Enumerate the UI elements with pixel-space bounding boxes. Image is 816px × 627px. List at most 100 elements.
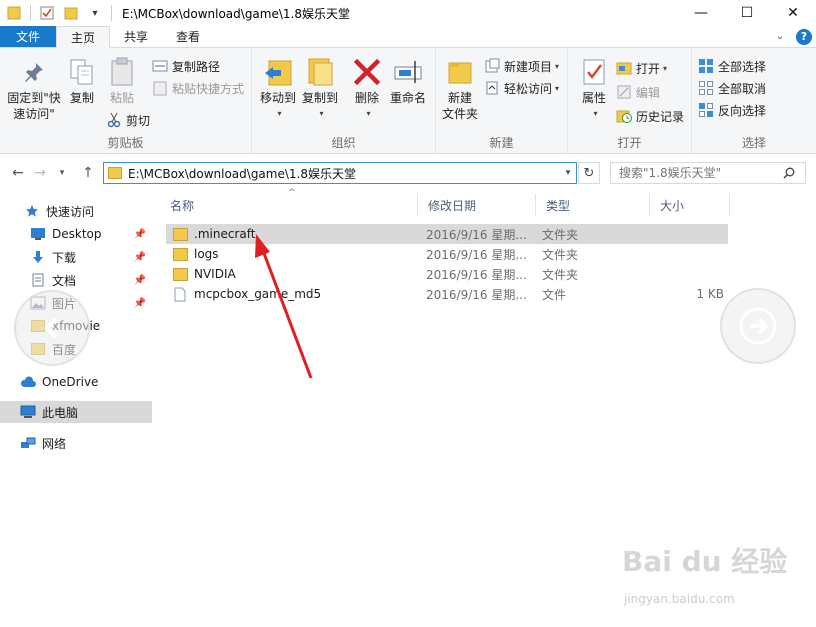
- properties-button[interactable]: 属性 ▾: [576, 56, 612, 122]
- select-all-button[interactable]: 全部选择: [698, 56, 766, 76]
- search-box[interactable]: [610, 162, 806, 184]
- pin-icon[interactable]: 📌: [134, 298, 146, 309]
- watermark-logo: Bai du 经验: [622, 545, 788, 578]
- quick-access-toolbar: ▾: [0, 0, 120, 26]
- file-type: 文件夹: [542, 267, 579, 282]
- chevron-down-icon[interactable]: ▾: [560, 168, 576, 178]
- folder-icon: [108, 167, 122, 179]
- properties-icon: [578, 56, 610, 88]
- network-icon: [20, 435, 36, 451]
- chevron-down-icon: ▾: [277, 109, 282, 118]
- chevron-down-icon[interactable]: ⌄: [772, 29, 788, 45]
- paste-label: 粘贴: [109, 91, 134, 105]
- table-row[interactable]: NVIDIA 2016/9/16 星期... 文件夹: [166, 264, 728, 284]
- copy-path-button[interactable]: 复制路径: [152, 56, 220, 76]
- column-header-date[interactable]: 修改日期: [418, 194, 536, 216]
- search-input[interactable]: [611, 166, 781, 180]
- invert-selection-label: 反向选择: [718, 103, 767, 118]
- copy-button[interactable]: 复制: [66, 56, 98, 106]
- new-group: 新建 文件夹 新建项目 ▾ 轻松访问 ▾ 新建: [436, 48, 568, 154]
- nav-item-desktop[interactable]: Desktop 📌: [0, 223, 152, 245]
- rename-icon: [392, 56, 424, 88]
- pin-icon[interactable]: 📌: [134, 275, 146, 286]
- nav-this-pc[interactable]: 此电脑: [0, 401, 152, 423]
- chevron-left-icon: [44, 317, 58, 339]
- new-item-button[interactable]: 新建项目 ▾: [484, 56, 559, 76]
- file-name-cell: logs: [172, 244, 219, 264]
- nav-onedrive[interactable]: OneDrive: [0, 371, 152, 393]
- chevron-down-icon: ▾: [366, 109, 371, 118]
- edit-button[interactable]: 编辑: [616, 82, 660, 102]
- history-button[interactable]: 历史记录: [616, 106, 684, 126]
- tab-file[interactable]: 文件: [0, 26, 57, 47]
- customize-toolbar-icon[interactable]: ▾: [87, 5, 103, 21]
- chevron-down-icon: ▾: [319, 109, 324, 118]
- refresh-icon[interactable]: ↻: [578, 162, 600, 184]
- clipboard-icon: [106, 56, 138, 88]
- new-folder-button[interactable]: 新建 文件夹: [440, 56, 480, 122]
- table-row[interactable]: mcpcbox_game_md5 2016/9/16 星期... 文件 1 KB: [166, 284, 728, 304]
- previous-image-button[interactable]: [14, 290, 90, 366]
- paste-shortcut-button[interactable]: 粘贴快捷方式: [152, 78, 244, 98]
- column-header-type[interactable]: 类型: [536, 194, 650, 216]
- next-image-button[interactable]: [720, 288, 796, 364]
- table-row[interactable]: logs 2016/9/16 星期... 文件夹: [166, 244, 728, 264]
- rename-button[interactable]: 重命名: [388, 56, 428, 106]
- desktop-icon: [30, 226, 46, 242]
- column-header-size[interactable]: 大小: [650, 194, 730, 216]
- file-type: 文件夹: [542, 227, 579, 242]
- nav-item-downloads[interactable]: 下载 📌: [0, 246, 152, 268]
- rename-label: 重命名: [389, 91, 426, 105]
- invert-selection-button[interactable]: 反向选择: [698, 100, 766, 120]
- nav-network[interactable]: 网络: [0, 432, 152, 454]
- table-row[interactable]: .minecraft 2016/9/16 星期... 文件夹: [166, 224, 728, 244]
- column-header-name[interactable]: 名称: [160, 194, 418, 216]
- minimize-button[interactable]: —: [678, 0, 724, 26]
- close-button[interactable]: ✕: [770, 0, 816, 26]
- tab-home[interactable]: 主页: [56, 26, 111, 48]
- window-title: E:\MCBox\download\game\1.8娱乐天堂: [122, 6, 350, 21]
- forward-arrow-icon[interactable]: →: [30, 163, 50, 183]
- open-button[interactable]: 打开 ▾: [616, 58, 667, 78]
- cut-label: 剪切: [126, 113, 151, 128]
- new-folder-icon[interactable]: [63, 5, 79, 21]
- pin-to-quick-access-button[interactable]: 固定到"快 速访问": [4, 56, 64, 122]
- recent-locations-chevron-icon[interactable]: ▾: [52, 163, 72, 183]
- download-arrow-icon: [30, 249, 46, 265]
- back-arrow-icon[interactable]: ←: [8, 163, 28, 183]
- nav-this-pc-label: 此电脑: [42, 405, 79, 420]
- select-none-button[interactable]: 全部取消: [698, 78, 766, 98]
- nav-item-label: Desktop: [52, 227, 102, 241]
- pin-icon[interactable]: 📌: [134, 252, 146, 263]
- scissors-icon: [106, 112, 122, 128]
- up-arrow-icon[interactable]: ↑: [78, 163, 98, 183]
- folder-icon: [172, 246, 188, 262]
- paste-button[interactable]: 粘贴: [106, 56, 138, 106]
- tab-view[interactable]: 查看: [162, 26, 214, 47]
- file-icon: [172, 286, 188, 302]
- chevron-down-icon: ▾: [663, 63, 668, 73]
- ribbon: 固定到"快 速访问" 复制 粘贴 复制路径 粘贴快捷方式 剪切 剪贴板 移动到 …: [0, 48, 816, 154]
- new-item-icon: [484, 58, 500, 74]
- organize-group-label: 组织: [331, 136, 356, 150]
- file-date: 2016/9/16 星期...: [426, 247, 527, 262]
- search-icon[interactable]: [781, 165, 797, 181]
- copy-to-icon: [304, 56, 336, 88]
- nav-onedrive-label: OneDrive: [42, 375, 99, 389]
- tab-share[interactable]: 共享: [110, 26, 162, 47]
- maximize-button[interactable]: ☐: [724, 0, 770, 26]
- nav-quick-access[interactable]: 快速访问: [0, 200, 152, 222]
- delete-button[interactable]: 删除 ▾: [350, 56, 384, 122]
- help-icon[interactable]: ?: [796, 28, 812, 45]
- select-all-icon: [698, 58, 714, 74]
- move-to-button[interactable]: 移动到 ▾: [258, 56, 298, 122]
- properties-label: 属性: [581, 91, 606, 105]
- address-bar[interactable]: E:\MCBox\download\game\1.8娱乐天堂 ▾: [103, 162, 577, 184]
- copy-to-button[interactable]: 复制到 ▾: [300, 56, 340, 122]
- copy-path-label: 复制路径: [172, 59, 221, 74]
- nav-item-documents[interactable]: 文档 📌: [0, 269, 152, 291]
- easy-access-button[interactable]: 轻松访问 ▾: [484, 78, 559, 98]
- properties-check-icon[interactable]: [39, 5, 55, 21]
- cut-button[interactable]: 剪切: [106, 110, 150, 130]
- pin-icon[interactable]: 📌: [134, 229, 146, 240]
